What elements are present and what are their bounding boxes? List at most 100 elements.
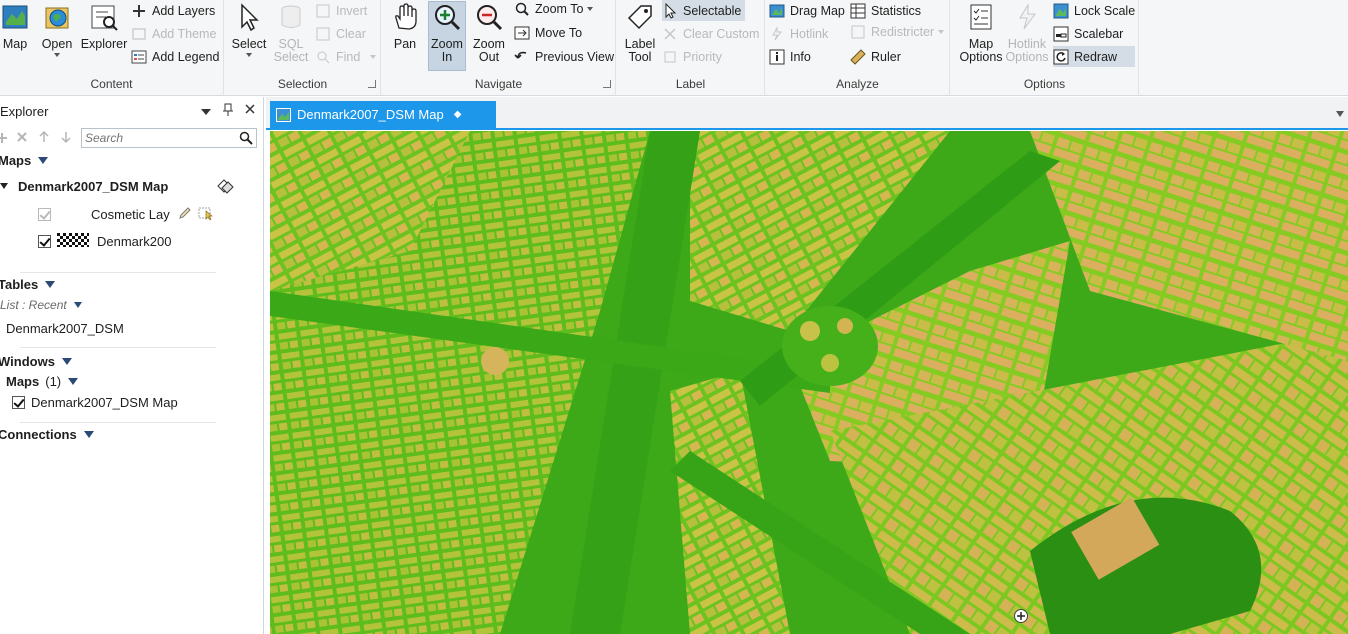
windows-section-header[interactable]: Windows	[0, 351, 72, 371]
remove-icon[interactable]	[16, 131, 28, 146]
tables-section-header[interactable]: Tables	[0, 274, 56, 294]
maps-collapse-icon[interactable]	[38, 156, 49, 164]
hotlink-options-button[interactable]: Hotlink Options	[1003, 2, 1051, 64]
selectable-button[interactable]: Selectable	[662, 0, 746, 21]
explorer-toolbar	[0, 127, 264, 151]
zoom-to-button[interactable]: Zoom To	[514, 0, 594, 19]
redraw-icon	[1053, 49, 1069, 65]
scalebar-button[interactable]: Scalebar	[1053, 23, 1123, 44]
hotlink-button[interactable]: Hotlink	[769, 23, 828, 44]
previous-view-button[interactable]: Previous View	[514, 46, 614, 67]
sql-select-button[interactable]: SQL Select	[273, 2, 309, 64]
statistics-button[interactable]: Statistics	[850, 0, 921, 21]
priority-button[interactable]: Priority	[662, 46, 722, 67]
redraw-button[interactable]: Redraw	[1053, 46, 1135, 67]
analyze-group-label: Analyze	[836, 77, 879, 91]
close-panel-icon[interactable]	[244, 103, 256, 118]
options-group: Map Options Hotlink Options Lock Scale S…	[951, 0, 1139, 96]
add-legend-button[interactable]: Add Legend	[131, 46, 219, 67]
document-tab-strip: Denmark2007_DSM Map ◆	[266, 97, 1348, 130]
list-mode-dropdown-icon[interactable]	[73, 302, 82, 308]
tab-list-dropdown-icon[interactable]	[1336, 111, 1344, 117]
hotlink-icon	[769, 25, 785, 42]
pan-hand-icon	[390, 2, 420, 32]
tables-list-mode[interactable]: List : Recent	[0, 295, 82, 315]
label-tool-button[interactable]: Label Tool	[621, 2, 659, 64]
sql-database-icon	[276, 2, 306, 32]
map-tree-item[interactable]: Denmark2007_DSM Map	[0, 176, 240, 196]
windows-collapse-icon[interactable]	[61, 357, 72, 365]
navigate-launcher[interactable]	[603, 80, 611, 88]
add-legend-icon	[131, 49, 147, 65]
map-layer-control-icon[interactable]	[216, 178, 234, 197]
map-document-tab[interactable]: Denmark2007_DSM Map ◆	[270, 101, 496, 128]
map-options-icon	[966, 2, 996, 32]
navigate-group: Pan Zoom In Zoom Out Zoom To Move To Pre…	[382, 0, 616, 96]
info-button[interactable]: Info	[769, 46, 811, 67]
connections-collapse-icon[interactable]	[83, 430, 94, 438]
lock-scale-button[interactable]: Lock Scale	[1053, 0, 1135, 21]
table-item[interactable]: Denmark2007_DSM	[6, 318, 124, 338]
dsm-raster-map[interactable]	[270, 131, 1348, 634]
add-layers-button[interactable]: Add Layers	[131, 0, 215, 21]
explorer-button[interactable]: Explorer	[80, 2, 128, 51]
statistics-icon	[850, 3, 866, 19]
raster-layer-icon	[57, 232, 89, 250]
move-to-button[interactable]: Move To	[514, 22, 582, 43]
map-options-button[interactable]: Map Options	[957, 2, 1005, 64]
redistricter-button[interactable]: Redistricter	[850, 21, 945, 42]
tab-pin-icon[interactable]: ◆	[454, 109, 462, 120]
ruler-icon	[850, 48, 866, 65]
zoom-in-button[interactable]: Zoom In	[428, 1, 466, 71]
map-button[interactable]: Map	[0, 2, 32, 51]
pin-icon[interactable]	[222, 103, 234, 120]
drag-map-button[interactable]: Drag Map	[769, 0, 845, 21]
tables-collapse-icon[interactable]	[45, 280, 56, 288]
connections-section-header[interactable]: Connections	[0, 424, 94, 444]
cosmetic-layer-label: Cosmetic Lay	[91, 206, 170, 222]
label-tag-icon	[625, 2, 655, 32]
clear-custom-icon	[662, 26, 678, 42]
search-icon[interactable]	[239, 131, 253, 145]
window-item[interactable]: Denmark2007_DSM Map	[12, 392, 178, 412]
windows-maps-collapse-icon[interactable]	[68, 377, 79, 385]
ruler-button[interactable]: Ruler	[850, 46, 901, 67]
move-down-icon[interactable]	[60, 130, 72, 147]
selection-launcher[interactable]	[368, 80, 376, 88]
clear-selection-button[interactable]: Clear	[315, 23, 366, 44]
layer-row-denmark[interactable]: Denmark200	[38, 231, 228, 251]
map-canvas[interactable]	[270, 131, 1348, 634]
selectable-layer-icon[interactable]	[198, 206, 214, 223]
window-item-checkbox[interactable]	[12, 395, 25, 409]
maps-section-header[interactable]: Maps	[0, 150, 49, 170]
clear-custom-button[interactable]: Clear Custom	[662, 23, 759, 44]
pan-button[interactable]: Pan	[388, 2, 422, 51]
panel-menu-icon[interactable]	[201, 109, 211, 115]
add-theme-button[interactable]: Add Theme	[131, 23, 216, 44]
find-button[interactable]: Find	[315, 46, 377, 67]
zoom-in-icon	[432, 2, 462, 32]
denmark-layer-checkbox[interactable]	[38, 234, 51, 248]
info-icon	[769, 49, 785, 65]
explorer-search[interactable]	[81, 128, 257, 148]
selectable-cursor-icon	[662, 2, 678, 19]
move-up-icon[interactable]	[38, 130, 50, 147]
map-window-icon	[276, 107, 291, 122]
layer-row-cosmetic[interactable]: Cosmetic Lay	[38, 204, 228, 224]
windows-maps-subheader[interactable]: Maps (1)	[6, 371, 79, 391]
explorer-title: Explorer	[0, 104, 49, 119]
previous-view-icon	[514, 49, 530, 65]
label-group-label: Label	[675, 77, 706, 91]
move-to-icon	[514, 25, 530, 41]
invert-button[interactable]: Invert	[315, 0, 367, 21]
select-button[interactable]: Select	[229, 2, 269, 57]
search-input[interactable]	[82, 129, 230, 147]
open-button[interactable]: Open	[38, 2, 76, 57]
priority-icon	[662, 49, 678, 65]
edit-pencil-icon[interactable]	[178, 206, 192, 223]
add-icon[interactable]	[0, 131, 8, 148]
redistricter-icon	[850, 24, 866, 40]
zoom-out-button[interactable]: Zoom Out	[470, 2, 508, 64]
cosmetic-layer-checkbox[interactable]	[38, 207, 51, 221]
map-expand-icon[interactable]	[0, 183, 8, 189]
